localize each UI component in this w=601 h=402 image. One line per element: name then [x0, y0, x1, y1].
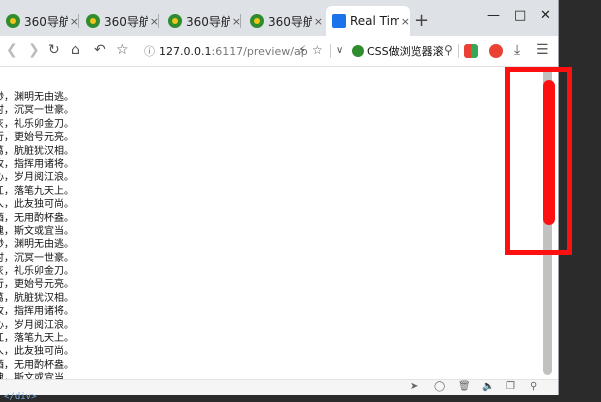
poem-line: 时，沉冥一世豪。 — [0, 252, 74, 264]
back-icon[interactable]: ❮ — [6, 42, 18, 58]
poem-line: 渺，渊明无由逃。 — [0, 239, 74, 251]
poem-line: 渺，渊明无由逃。 — [0, 92, 74, 103]
poem-line: 酒，无用酌杯盎。 — [0, 212, 74, 224]
page-icon — [332, 14, 346, 28]
360-logo-icon — [250, 14, 264, 28]
browser-window: 360导航_ × 360导航_ × 360导航_ × 360导航_ × Real… — [0, 0, 559, 395]
tab-title: Real Tim — [350, 14, 399, 28]
window-icon[interactable]: ❐ — [506, 381, 515, 392]
tab-title: 360导航_ — [104, 14, 148, 29]
minimize-button[interactable]: — — [487, 8, 500, 23]
tab-360-nav-4[interactable]: 360导航_ × — [244, 6, 323, 36]
download-icon[interactable]: ⤓ — [514, 42, 520, 58]
poem-line: 人，此友独可尚。 — [0, 346, 74, 358]
forward-icon[interactable]: ❯ — [28, 42, 40, 58]
undo-icon[interactable]: ↶ — [94, 42, 106, 58]
tab-title: 360导航_ — [186, 14, 230, 29]
tab-title: 360导航_ — [24, 14, 68, 29]
poem-line: 酒，无用酌杯盎。 — [0, 359, 74, 371]
menu-icon[interactable]: ☰ — [536, 42, 549, 58]
tab-strip: 360导航_ × 360导航_ × 360导航_ × 360导航_ × Real… — [0, 0, 558, 36]
poem-line: 时，沉冥一世豪。 — [0, 105, 74, 117]
tab-360-nav-3[interactable]: 360导航_ × — [162, 6, 241, 36]
tab-close-icon[interactable]: × — [314, 15, 323, 28]
360-logo-icon — [86, 14, 100, 28]
poem-line: 行，更始号元亮。 — [0, 279, 74, 291]
search-engine-logo-icon — [352, 45, 364, 57]
status-bar: ➤ ◯ 🗑 🔈 ❐ ⚲ — [0, 379, 558, 395]
poem-line: 牧，指挥用诸将。 — [0, 306, 74, 318]
url-path: :6117/preview/ap — [211, 44, 308, 58]
poem-line: 心，岁月阅江浪。 — [0, 172, 74, 184]
poem-line: 人，此友独可尚。 — [0, 199, 74, 211]
site-info-icon[interactable]: ⓘ — [144, 43, 155, 59]
favorite-star-icon[interactable]: ☆ — [312, 43, 323, 57]
tab-close-icon[interactable]: × — [401, 15, 410, 28]
tab-real-time[interactable]: Real Tim × — [326, 6, 410, 36]
poem-line: 葛，肮脏犹汉相。 — [0, 145, 74, 157]
poem-line: 江，落笔九天上。 — [0, 333, 74, 345]
poem-line: 行，更始号元亮。 — [0, 132, 74, 144]
url-host: 127.0.0.1 — [159, 44, 212, 58]
apps-grid-icon[interactable] — [464, 44, 478, 58]
poem-line: 牧，指挥用诸将。 — [0, 158, 74, 170]
toolbar: ❮ ❯ ↻ ⌂ ↶ ☆ ⓘ 127.0.0.1 :6117/preview/ap… — [0, 36, 558, 67]
360-logo-icon — [6, 14, 20, 28]
zoom-icon[interactable]: ⚲ — [530, 381, 537, 392]
poem-text: 渺，渊明无由逃。 时，沉冥一世豪。 灰，礼乐卯金刀。 行，更始号元亮。 葛，肮脏犹汉相。… — [0, 91, 74, 379]
tab-360-nav-2[interactable]: 360导航_ × — [80, 6, 159, 36]
poem-line: 灰，礼乐卯金刀。 — [0, 266, 74, 278]
tab-title: 360导航_ — [268, 14, 312, 29]
360-logo-icon — [168, 14, 182, 28]
poem-line: 葛，肮脏犹汉相。 — [0, 292, 74, 304]
trash-icon[interactable]: 🗑 — [458, 381, 471, 392]
search-icon[interactable]: ⚲ — [444, 43, 453, 57]
rocket-icon[interactable]: ➤ — [410, 381, 418, 392]
search-text: CSS做浏览器滚 — [367, 45, 444, 58]
reload-icon[interactable]: ↻ — [48, 42, 60, 58]
maximize-button[interactable]: □ — [514, 8, 526, 23]
home-icon[interactable]: ⌂ — [71, 42, 80, 58]
dropdown-chevron-icon[interactable]: ∨ — [336, 45, 343, 56]
poem-line: 江，落笔九天上。 — [0, 185, 74, 197]
poem-line: 魂，斯文或宜当 — [0, 373, 64, 379]
clean-icon[interactable]: ◯ — [434, 381, 445, 392]
bookmark-star-icon[interactable]: ☆ — [116, 42, 129, 58]
highlight-box — [505, 67, 572, 255]
poem-line: 心，岁月阅江浪。 — [0, 319, 74, 331]
volume-icon[interactable]: 🔈 — [482, 381, 494, 392]
adblock-icon[interactable] — [489, 44, 503, 58]
poem-line: 魂，斯文或宜当。 — [0, 225, 74, 237]
close-window-button[interactable]: ✕ — [540, 8, 551, 23]
new-tab-button[interactable]: + — [414, 10, 429, 31]
tab-360-nav-1[interactable]: 360导航_ × — [0, 6, 79, 36]
lightning-icon[interactable]: ⚡ — [298, 43, 306, 57]
poem-line: 灰，礼乐卯金刀。 — [0, 118, 74, 130]
page-content: 渺，渊明无由逃。 时，沉冥一世豪。 灰，礼乐卯金刀。 行，更始号元亮。 葛，肮脏犹汉相。… — [0, 67, 558, 379]
